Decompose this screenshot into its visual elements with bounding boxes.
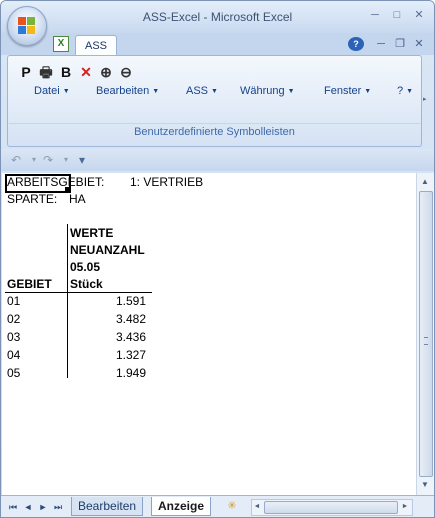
selected-cell[interactable] [5,174,71,193]
p-icon[interactable]: P [16,62,36,82]
fill-handle[interactable] [65,187,70,192]
menu-item-label: ASS [186,85,209,97]
ribbon-panel: P 🖶 B ✕ ⊕ ⊖ Datei ▼ Bearbeiten ▼ ASS ▼ Währung ▼ Fens… [7,55,422,147]
gebiet-cell: 05 [7,366,21,380]
header-value-arbeitsgebiet: 1: VERTRIEB [130,175,204,189]
dropdown-arrow-icon: ▼ [287,87,295,95]
delete-icon[interactable]: ✕ [76,62,96,82]
horizontal-scroll-thumb[interactable] [264,501,398,514]
help-icon[interactable]: ? [348,37,364,51]
title-bar: ASS-Excel - Microsoft Excel ─ □ ✕ [1,1,434,33]
dropdown-arrow-icon: ▼ [152,87,160,95]
ribbon-group-label: Benutzerdefinierte Symbolleisten [134,126,295,138]
sheet-tab-bar: ⏮ ◄ ► ⏭ Bearbeiten Anzeige ✳ ◄ ► [1,495,434,517]
customize-qat-icon[interactable]: ▾ [73,152,91,168]
sheet-tab-bearbeiten[interactable]: Bearbeiten [71,497,144,516]
vertical-scrollbar[interactable]: ▲ ▼ [416,173,434,495]
prev-sheet-icon[interactable]: ◄ [22,500,34,514]
office-logo-icon [18,17,36,35]
menu-item[interactable]: ? ▼ [397,85,413,97]
dropdown-arrow-icon: ▼ [211,87,218,95]
menu-item[interactable]: ASS ▼ [186,85,218,97]
wert-cell: 1.591 [115,294,146,308]
zoom-out-icon[interactable]: ⊖ [116,62,136,82]
wert-cell: 1.949 [115,366,146,380]
menu-item-label: ? [397,85,404,97]
quick-access-toolbar: ↶ ▾ ↷ ▾ ▾ [1,149,434,171]
row-header-gebiet: GEBIET [7,277,52,291]
doc-close-button[interactable]: ✕ [411,37,427,51]
menu-item[interactable]: Fenster ▼ [324,85,371,97]
excel-window: ASS-Excel - Microsoft Excel ─ □ ✕ X ASS … [0,0,435,518]
wert-cell: 1.327 [115,348,146,362]
dropdown-arrow-icon: ▼ [364,87,372,95]
menu-item-label: Bearbeiten [96,85,150,97]
ribbon-toolbar: P 🖶 B ✕ ⊕ ⊖ [16,62,136,82]
grip-icon [424,337,428,345]
doc-restore-button[interactable]: ❐ [392,37,408,51]
menu-item[interactable]: Datei ▼ [34,85,70,97]
gebiet-cell: 01 [7,294,21,308]
header-value-sparte: HA [69,192,86,206]
redo-icon[interactable]: ↷ [39,152,57,168]
menu-item-label: Datei [34,85,60,97]
undo-icon[interactable]: ↶ [7,152,25,168]
header-key-sparte: SPARTE: [7,192,58,206]
vertical-scroll-thumb[interactable] [419,191,433,477]
scroll-right-icon[interactable]: ► [400,500,410,513]
maximize-button[interactable]: □ [387,7,407,23]
worksheet[interactable]: ARBEITSGEBIET: 1: VERTRIEB SPARTE: HA WE… [2,173,416,495]
header-underline [5,292,152,293]
zoom-in-icon[interactable]: ⊕ [96,62,116,82]
excel-doc-icon: X [53,36,69,52]
doc-minimize-button[interactable]: ─ [373,37,389,51]
menu-item[interactable]: Währung ▼ [240,85,295,97]
scroll-left-icon[interactable]: ◄ [252,500,262,513]
last-sheet-icon[interactable]: ⏭ [52,500,64,514]
ribbon-arrow-icon: ▸ [423,96,427,103]
print-icon[interactable]: 🖶 [36,62,56,82]
gebiet-cell: 02 [7,312,21,326]
gebiet-cell: 03 [7,330,21,344]
next-sheet-icon[interactable]: ► [37,500,49,514]
sheet-tab-anzeige[interactable]: Anzeige [151,497,212,516]
menu-item-label: Währung [240,85,285,97]
dropdown-arrow-icon: ▼ [62,87,70,95]
tab-ass[interactable]: ASS [75,35,117,56]
office-button[interactable] [7,6,47,46]
insert-sheet-icon[interactable]: ✳ [221,498,243,514]
col-header-line: Stück [70,277,103,291]
col-header-line: NEUANZAHL [70,243,145,257]
dropdown-arrow-icon: ▼ [406,87,414,95]
b-icon[interactable]: B [56,62,76,82]
close-button[interactable]: ✕ [409,7,429,23]
gebiet-cell: 04 [7,348,21,362]
column-divider [67,224,68,378]
scroll-up-icon[interactable]: ▲ [419,175,431,189]
menu-item[interactable]: Bearbeiten ▼ [96,85,159,97]
menu-item-label: Fenster [324,85,362,97]
col-header-line: WERTE [70,226,114,240]
col-header-line: 05.05 [70,260,101,274]
wert-cell: 3.436 [115,330,146,344]
first-sheet-icon[interactable]: ⏮ [7,500,19,514]
scroll-down-icon[interactable]: ▼ [419,478,431,492]
wert-cell: 3.482 [115,312,146,326]
horizontal-scrollbar[interactable]: ◄ ► [251,499,413,516]
ribbon-scroll[interactable]: ▸ [420,55,434,145]
ribbon-menu-row: Datei ▼ Bearbeiten ▼ ASS ▼ Währung ▼ Fenster ▼? ▼ [8,85,421,103]
minimize-button[interactable]: ─ [365,7,385,23]
ribbon-separator [9,123,420,124]
